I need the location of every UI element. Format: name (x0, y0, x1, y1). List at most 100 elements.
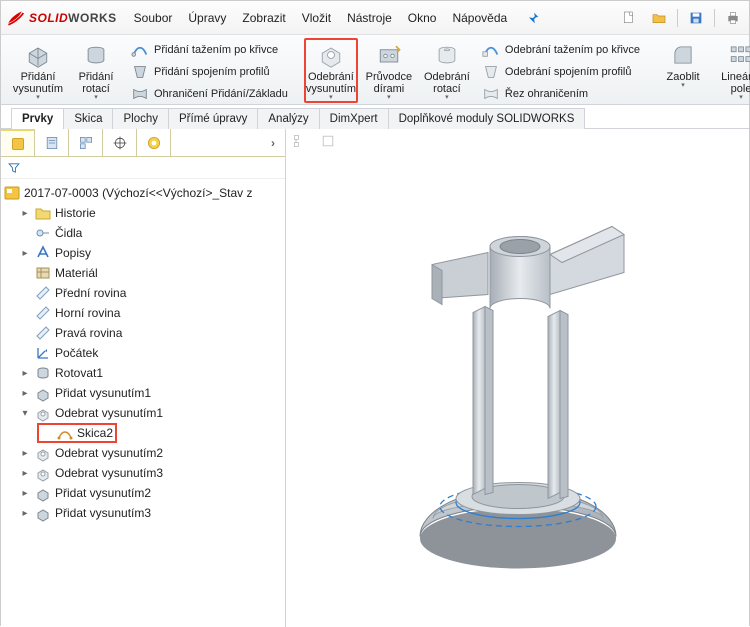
feature-icon (34, 445, 52, 461)
fillet-button[interactable]: Zaoblit▾ (656, 38, 710, 89)
tree-item[interactable]: ▸ Přidat vysunutím2 (3, 483, 285, 503)
feature-tree: 2017-07-0003 (Výchozí<<Výchozí>_Stav z ▸… (1, 179, 285, 627)
tree-item[interactable]: ▸ Odebrat vysunutím2 (3, 443, 285, 463)
feature-icon (34, 285, 52, 301)
tree-item[interactable]: ▸Historie (3, 203, 285, 223)
graphics-view[interactable] (286, 129, 749, 627)
fm-tab-property[interactable] (35, 129, 69, 156)
feature-icon (34, 485, 52, 501)
titlebar: SOLIDWORKS Soubor Úpravy Zobrazit Vložit… (1, 1, 749, 35)
menu-okno[interactable]: Okno (401, 7, 444, 29)
fm-filter[interactable] (1, 157, 285, 179)
tree-item[interactable]: ▸ Odebrat vysunutím3 (3, 463, 285, 483)
new-doc-button[interactable] (617, 7, 641, 29)
command-tabbar: Prvky Skica Plochy Přímé úpravy Analýzy … (1, 105, 749, 129)
tree-item-label: Rotovat1 (55, 366, 103, 380)
tab-prime-upravy[interactable]: Přímé úpravy (168, 108, 258, 129)
tab-addins[interactable]: Doplňkové moduly SOLIDWORKS (388, 108, 586, 129)
tree-item[interactable]: Přední rovina (3, 283, 285, 303)
revolve-boss-button[interactable]: Přidání rotací▾ (69, 38, 123, 101)
menubar: Soubor Úpravy Zobrazit Vložit Nástroje O… (127, 7, 515, 29)
expand-icon[interactable]: ▸ (19, 468, 31, 479)
tab-dimxpert[interactable]: DimXpert (319, 108, 389, 129)
expand-icon[interactable]: ▸ (19, 448, 31, 459)
print-button[interactable] (721, 7, 745, 29)
extrude-boss-button[interactable]: Přidání vysunutím▾ (11, 38, 65, 101)
tree-item[interactable]: Horní rovina (3, 303, 285, 323)
tree-item[interactable]: Pravá rovina (3, 323, 285, 343)
fm-tab-more[interactable]: › (261, 136, 285, 150)
tree-item[interactable]: Počátek (3, 343, 285, 363)
tab-analyzy[interactable]: Analýzy (257, 108, 319, 129)
menu-vlozit[interactable]: Vložit (295, 7, 338, 29)
tree-item[interactable]: Skica2 (3, 423, 285, 443)
feature-icon (34, 245, 52, 261)
tree-item-label: Přidat vysunutím3 (55, 506, 151, 520)
boundary-cut-button[interactable]: Řez ohraničením (478, 84, 644, 104)
feature-icon (34, 225, 52, 241)
loft-cut-button[interactable]: Odebrání spojením profilů (478, 62, 644, 82)
tree-item[interactable]: Materiál (3, 263, 285, 283)
tree-item[interactable]: ▾ Odebrat vysunutím1 (3, 403, 285, 423)
menu-nastroje[interactable]: Nástroje (340, 7, 399, 29)
sweep-boss-button[interactable]: Přidání tažením po křivce (127, 40, 292, 60)
extrude-cut-button[interactable]: Odebrání vysunutím▾ (304, 38, 358, 103)
fm-tab-config[interactable] (69, 129, 103, 156)
feature-icon (34, 325, 52, 341)
tree-item-label: Odebrat vysunutím2 (55, 446, 163, 460)
feature-icon (34, 505, 52, 521)
tree-item[interactable]: ▸Přidat vysunutím1 (3, 383, 285, 403)
tree-item-label: Počátek (55, 346, 98, 360)
tab-prvky[interactable]: Prvky (11, 108, 64, 129)
menu-zobrazit[interactable]: Zobrazit (235, 7, 292, 29)
app-logo: SOLIDWORKS (5, 8, 117, 28)
pin-icon[interactable] (526, 11, 540, 25)
tree-item-label: Odebrat vysunutím1 (55, 406, 163, 420)
feature-manager-pane: › 2017-07-0003 (Výchozí<<Výchozí>_Stav z… (1, 129, 286, 627)
linear-pattern-button[interactable]: Lineární pole▾ (714, 38, 750, 101)
feature-icon (34, 465, 52, 481)
tree-item-label: Přední rovina (55, 286, 126, 300)
tree-item-label: Materiál (55, 266, 98, 280)
tree-item[interactable]: ▸Popisy (3, 243, 285, 263)
expand-icon[interactable]: ▸ (19, 368, 31, 379)
loft-boss-button[interactable]: Přidání spojením profilů (127, 62, 292, 82)
expand-icon[interactable]: ▾ (19, 408, 31, 419)
expand-icon[interactable]: ▸ (19, 388, 31, 399)
tree-item-label: Odebrat vysunutím3 (55, 466, 163, 480)
menu-napoveda[interactable]: Nápověda (445, 7, 514, 29)
tree-root[interactable]: 2017-07-0003 (Výchozí<<Výchozí>_Stav z (3, 183, 285, 203)
tree-item-label: Přidat vysunutím2 (55, 486, 151, 500)
expand-icon[interactable]: ▸ (19, 208, 31, 219)
feature-icon (34, 365, 52, 381)
boundary-boss-button[interactable]: Ohraničení Přidání/Základu (127, 84, 292, 104)
tab-plochy[interactable]: Plochy (112, 108, 169, 129)
view-orientation-icon[interactable] (320, 133, 336, 149)
fm-tab-display[interactable] (137, 129, 171, 156)
save-button[interactable] (684, 7, 708, 29)
feature-icon (34, 345, 52, 361)
menu-upravy[interactable]: Úpravy (181, 7, 233, 29)
hole-wizard-button[interactable]: Průvodce dírami▾ (362, 38, 416, 101)
fm-tab-dimxpert[interactable] (103, 129, 137, 156)
fm-tab-tree[interactable] (1, 129, 35, 156)
open-doc-button[interactable] (647, 7, 671, 29)
fm-tab-row: › (1, 129, 285, 157)
tree-item[interactable]: ▸ Rotovat1 (3, 363, 285, 383)
expand-icon[interactable]: ▸ (19, 488, 31, 499)
ribbon: Přidání vysunutím▾ Přidání rotací▾ Přidá… (1, 35, 749, 105)
tree-item-label: Pravá rovina (55, 326, 122, 340)
sweep-cut-button[interactable]: Odebrání tažením po křivce (478, 40, 644, 60)
expand-icon[interactable]: ▸ (19, 248, 31, 259)
tree-item[interactable]: Čidla (3, 223, 285, 243)
tree-item[interactable]: ▸ Přidat vysunutím3 (3, 503, 285, 523)
feature-icon (34, 205, 52, 221)
tab-skica[interactable]: Skica (63, 108, 113, 129)
expand-icon[interactable]: ▸ (19, 508, 31, 519)
quick-access-toolbar (617, 7, 745, 29)
revolve-cut-button[interactable]: Odebrání rotací▾ (420, 38, 474, 101)
feature-icon (56, 425, 74, 441)
view-heads-up-toolbar (292, 133, 336, 149)
menu-soubor[interactable]: Soubor (127, 7, 180, 29)
expand-tree-icon[interactable] (292, 133, 308, 149)
